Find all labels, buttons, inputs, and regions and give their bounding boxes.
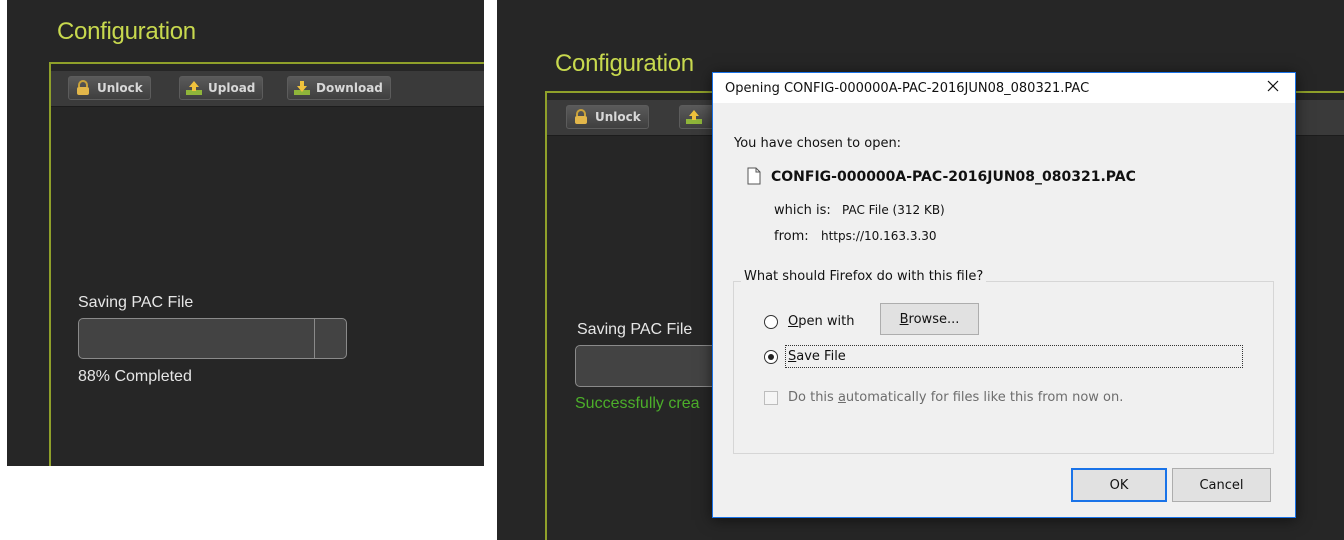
toolbar: Unlock Upload Download <box>51 71 484 107</box>
upload-button[interactable]: Upload <box>179 76 264 100</box>
cancel-label: Cancel <box>1199 477 1244 493</box>
open-file-dialog: Opening CONFIG-000000A-PAC-2016JUN08_080… <box>712 72 1296 518</box>
progress-bar <box>78 318 347 359</box>
save-file-radio[interactable] <box>764 350 778 364</box>
unlock-button[interactable]: Unlock <box>566 105 649 129</box>
dialog-title: Opening CONFIG-000000A-PAC-2016JUN08_080… <box>725 81 1090 96</box>
ok-button[interactable]: OK <box>1071 468 1167 502</box>
left-configuration-panel: Configuration Unlock Upload Download Sav… <box>7 0 484 466</box>
unlock-label: Unlock <box>595 110 641 124</box>
upload-icon <box>685 109 703 125</box>
file-source-value: https://10.163.3.30 <box>821 229 937 243</box>
progress-status-text: 88% Completed <box>78 368 192 385</box>
upload-icon <box>185 80 203 96</box>
close-icon <box>1267 80 1279 96</box>
download-button[interactable]: Download <box>287 76 391 100</box>
saving-pac-file-label: Saving PAC File <box>577 321 693 338</box>
page-title: Configuration <box>555 50 694 77</box>
ok-label: OK <box>1109 477 1129 493</box>
browse-label-rest: rowse... <box>908 311 960 327</box>
download-label: Download <box>316 81 383 95</box>
close-button[interactable] <box>1251 73 1295 103</box>
open-with-radio[interactable] <box>764 315 778 329</box>
file-type-value: PAC File (312 KB) <box>842 203 945 217</box>
browse-button[interactable]: Browse... <box>880 303 979 335</box>
dialog-titlebar: Opening CONFIG-000000A-PAC-2016JUN08_080… <box>713 73 1295 103</box>
download-icon <box>293 80 311 96</box>
auto-action-checkbox[interactable] <box>764 391 778 405</box>
browse-label: Browse... <box>899 311 960 327</box>
upload-label: Upload <box>208 81 256 95</box>
lock-icon <box>572 109 590 125</box>
save-file-label-rest: ave File <box>796 349 846 364</box>
success-status-text: Successfully crea <box>575 395 700 412</box>
from-label: from: <box>774 229 809 244</box>
file-name: CONFIG-000000A-PAC-2016JUN08_080321.PAC <box>771 169 1136 185</box>
auto-action-label: Do this automatically for files like thi… <box>788 390 1124 405</box>
progress-fill-edge <box>314 319 315 358</box>
which-is-label: which is: <box>774 203 831 218</box>
intro-text: You have chosen to open: <box>734 136 902 151</box>
unlock-label: Unlock <box>97 81 143 95</box>
unlock-button[interactable]: Unlock <box>68 76 151 100</box>
saving-pac-file-label: Saving PAC File <box>78 294 194 311</box>
page-title: Configuration <box>57 18 196 45</box>
save-file-label: Save File <box>788 349 846 364</box>
focus-outline <box>785 345 1243 368</box>
open-with-label-rest: pen with <box>798 314 855 329</box>
lock-icon <box>74 80 92 96</box>
open-with-label: Open with <box>788 314 855 329</box>
configuration-frame <box>49 62 484 466</box>
radio-selected-dot <box>768 354 774 360</box>
action-question: What should Firefox do with this file? <box>741 269 987 284</box>
file-icon <box>747 167 761 189</box>
cancel-button[interactable]: Cancel <box>1172 468 1271 502</box>
